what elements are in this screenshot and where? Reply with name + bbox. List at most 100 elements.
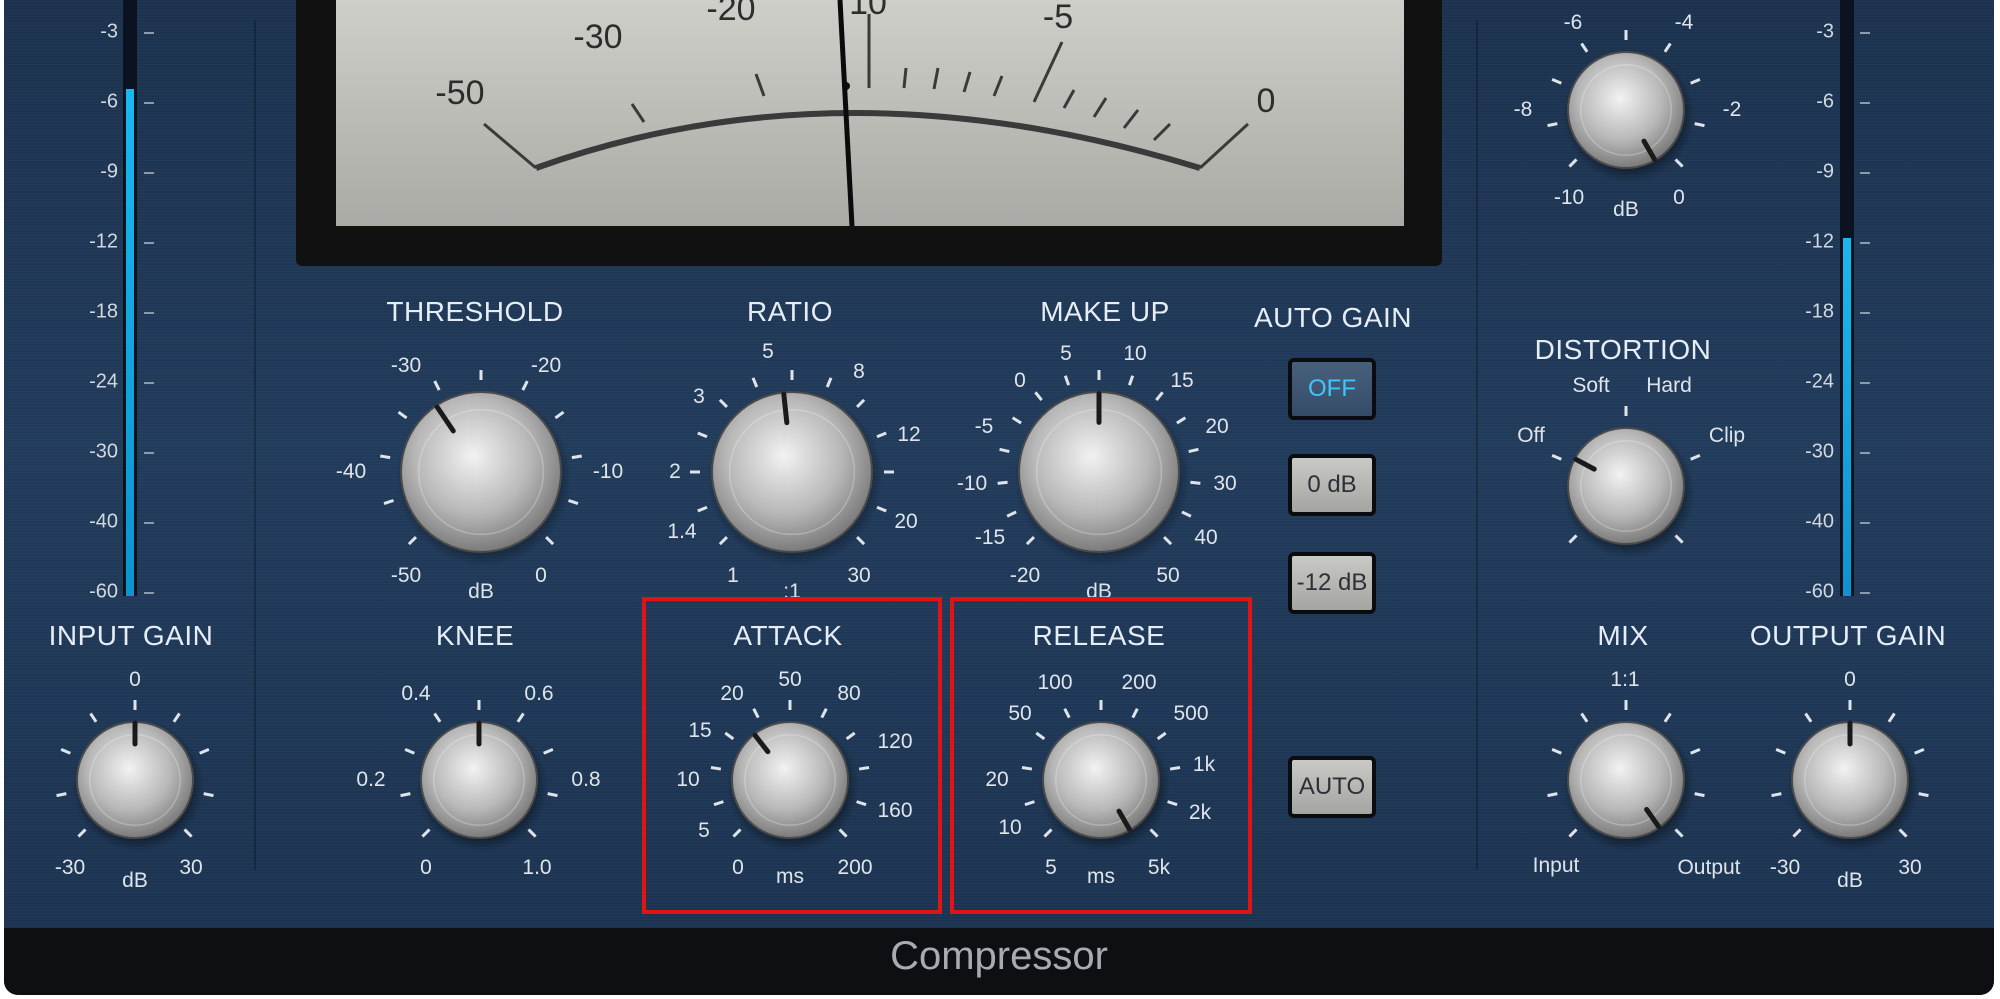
makeup-tick-minus20: -20	[1009, 564, 1041, 587]
threshold-knob-tick	[397, 410, 408, 420]
ratio-knob-tick	[876, 505, 887, 513]
mix-knob-body[interactable]	[1567, 721, 1685, 839]
input-meter-scale-label: -30	[89, 440, 118, 463]
makeup-tick-20: 20	[1205, 415, 1229, 438]
top-right-knob-body[interactable]	[1567, 51, 1685, 169]
output-meter-scale-label: -9	[1816, 160, 1834, 183]
top-right-knob-tick	[1551, 77, 1562, 85]
make-up-knob-tick	[1181, 510, 1192, 518]
plugin-title: Compressor	[890, 934, 1108, 978]
threshold-knob-tick	[521, 380, 529, 391]
input-gain-unit: dB	[122, 869, 148, 892]
top-knob-tick-minus2: -2	[1722, 98, 1742, 121]
input-meter-scale-label: -18	[89, 300, 118, 323]
make-up-knob-tick	[1127, 375, 1135, 386]
threshold-tick-minus40: -40	[335, 460, 367, 483]
threshold-tick-minus50: -50	[390, 564, 422, 587]
input-meter-scale-tick	[144, 32, 154, 34]
output-meter-scale-tick	[1860, 382, 1870, 384]
ratio-knob[interactable]	[690, 370, 894, 566]
makeup-tick-30: 30	[1213, 472, 1237, 495]
top-right-knob[interactable]	[1547, 30, 1705, 182]
ratio-knob-tick	[697, 505, 708, 513]
top-knob-tick-minus10: -10	[1553, 186, 1585, 209]
make-up-knob-tick	[997, 480, 1008, 485]
distortion-knob[interactable]	[1551, 406, 1701, 558]
make-up-knob-tick	[1063, 375, 1071, 386]
top-knob-tick-minus4: -4	[1674, 11, 1694, 34]
top-right-knob-tick	[1547, 122, 1558, 128]
knee-knob-tick	[543, 747, 554, 755]
auto-gain-minus12db-button[interactable]: -12 dB	[1288, 552, 1376, 614]
ratio-tick-30: 30	[847, 564, 871, 587]
mix-knob-tick	[1580, 712, 1589, 723]
output-meter-scale-label: -30	[1805, 440, 1834, 463]
make-up-knob[interactable]	[997, 370, 1201, 566]
distortion-knob-tick	[1690, 453, 1701, 461]
knee-knob-tick	[400, 792, 411, 798]
ratio-tick-8: 8	[853, 360, 865, 383]
output-meter-scale-tick	[1860, 32, 1870, 34]
auto-release-button[interactable]: AUTO	[1288, 756, 1376, 818]
output-meter-scale-label: -12	[1805, 230, 1834, 253]
knee-tick-0: 0	[420, 856, 432, 879]
threshold-knob-body[interactable]	[400, 391, 562, 553]
make-up-knob-tick	[1006, 510, 1017, 518]
input-meter-scale-label: -6	[100, 90, 118, 113]
distortion-knob-body[interactable]	[1567, 427, 1685, 545]
input-meter-scale-label: -60	[89, 580, 118, 603]
ratio-knob-body[interactable]	[711, 391, 873, 553]
auto-gain-0db-button[interactable]: 0 dB	[1288, 454, 1376, 516]
output-gain-knob-tick	[1792, 828, 1802, 838]
input-meter-scale-label: -9	[100, 160, 118, 183]
input-meter-scale-tick	[144, 452, 154, 454]
threshold-tick-minus30: -30	[390, 354, 422, 377]
input-meter-scale-tick	[144, 592, 154, 594]
makeup-tick-15: 15	[1170, 369, 1194, 392]
threshold-tick-minus10: -10	[592, 460, 624, 483]
threshold-knob-tick	[407, 535, 418, 546]
output-meter-scale-label: -60	[1805, 580, 1834, 603]
ratio-knob-tick	[697, 431, 708, 439]
top-right-knob-tick	[1663, 42, 1672, 53]
input-meter-scale-label: -12	[89, 230, 118, 253]
input-gain-knob-tick	[77, 828, 87, 838]
output-gain-knob[interactable]	[1771, 700, 1929, 852]
top-right-knob-tick	[1694, 122, 1705, 128]
ratio-tick-2: 2	[669, 460, 681, 483]
input-meter-scale-label: -24	[89, 370, 118, 393]
mix-tick-1-1: 1:1	[1610, 668, 1640, 691]
output-meter-scale-tick	[1860, 242, 1870, 244]
make-up-knob-tick	[1190, 480, 1201, 485]
mix-knob[interactable]	[1547, 700, 1705, 852]
threshold-knob-tick	[568, 499, 579, 505]
threshold-knob[interactable]	[380, 370, 582, 566]
output-meter-scale-label: -18	[1805, 300, 1834, 323]
knee-tick-0.4: 0.4	[401, 682, 431, 705]
output-gain-knob-tick	[1918, 792, 1929, 798]
threshold-tick-minus20: -20	[530, 354, 562, 377]
input-meter-scale-tick	[144, 382, 154, 384]
input-meter-scale-tick	[144, 522, 154, 524]
output-gain-unit: dB	[1837, 869, 1863, 892]
knee-knob[interactable]	[400, 700, 558, 852]
input-meter-scale-label: -3	[100, 20, 118, 43]
input-gain-knob[interactable]	[56, 700, 214, 852]
makeup-tick-40: 40	[1194, 526, 1218, 549]
mix-knob-tick	[1547, 792, 1558, 798]
auto-gain-off-button[interactable]: OFF	[1288, 358, 1376, 420]
make-up-knob-tick	[1011, 416, 1022, 425]
attack-highlight-box	[642, 597, 942, 914]
input-gain-tick-0: 0	[129, 668, 141, 691]
ratio-knob-tick	[825, 377, 833, 388]
makeup-tick-0: 0	[1014, 369, 1026, 392]
make-up-knob-tick	[1176, 416, 1187, 425]
threshold-knob-tick	[380, 454, 391, 460]
output-gain-tick-minus30: -30	[1769, 856, 1801, 879]
make-up-knob-tick	[999, 447, 1010, 453]
output-meter-scale-label: -6	[1816, 90, 1834, 113]
makeup-tick-10: 10	[1123, 342, 1147, 365]
top-knob-unit: dB	[1613, 198, 1639, 221]
release-highlight-box	[950, 597, 1252, 914]
ratio-tick-20: 20	[894, 510, 918, 533]
